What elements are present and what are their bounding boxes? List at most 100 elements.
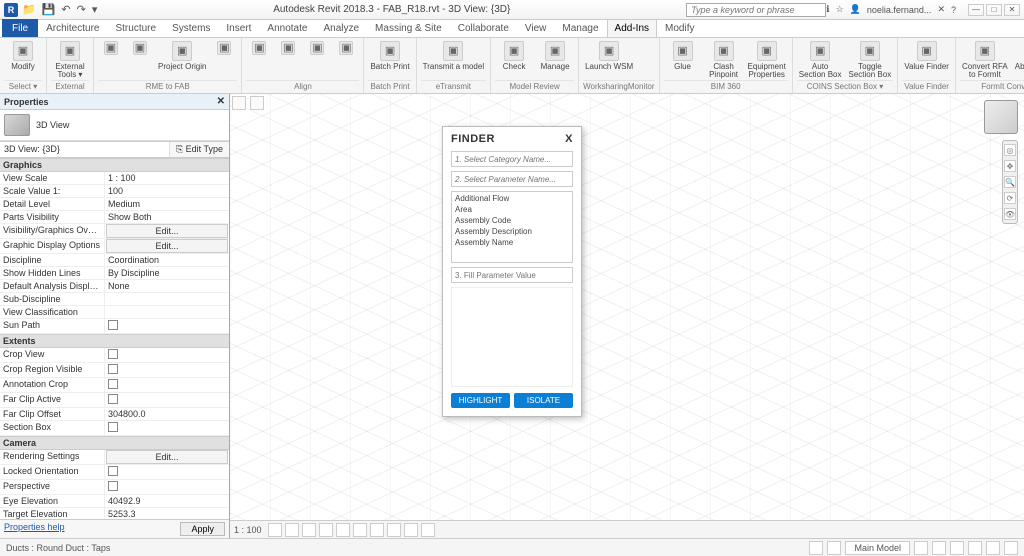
ribbon-button[interactable]: ▣Clash Pinpoint bbox=[705, 40, 743, 80]
minimize-button[interactable]: — bbox=[968, 4, 984, 16]
detail-level-icon[interactable] bbox=[268, 523, 282, 537]
tab-insert[interactable]: Insert bbox=[218, 19, 259, 37]
property-row[interactable]: Rendering SettingsEdit... bbox=[0, 450, 229, 465]
view-scale[interactable]: 1 : 100 bbox=[234, 525, 262, 535]
username[interactable]: noelia.fernand... bbox=[867, 5, 932, 15]
rendering-icon[interactable] bbox=[336, 523, 350, 537]
finder-option[interactable]: Additional Flow bbox=[453, 193, 571, 204]
property-value[interactable] bbox=[105, 421, 229, 435]
finder-option[interactable]: Assembly Name bbox=[453, 237, 571, 248]
finder-close-icon[interactable]: X bbox=[565, 133, 573, 145]
pan-icon[interactable]: ✥ bbox=[1004, 160, 1016, 172]
unlock-icon[interactable] bbox=[387, 523, 401, 537]
tab-modify[interactable]: Modify bbox=[657, 19, 702, 37]
tab-annotate[interactable]: Annotate bbox=[259, 19, 315, 37]
property-row[interactable]: Crop View bbox=[0, 348, 229, 363]
main-model-selector[interactable]: Main Model bbox=[845, 541, 910, 555]
checkbox-icon[interactable] bbox=[108, 466, 118, 476]
property-value[interactable]: 304800.0 bbox=[105, 408, 229, 420]
design-options-icon[interactable] bbox=[827, 541, 841, 555]
qat-redo-icon[interactable]: ↷ bbox=[77, 3, 86, 16]
checkbox-icon[interactable] bbox=[108, 364, 118, 374]
tab-view[interactable]: View bbox=[517, 19, 555, 37]
select-pinned-icon[interactable] bbox=[950, 541, 964, 555]
ribbon-button[interactable]: ▣Value Finder bbox=[902, 40, 951, 72]
property-value[interactable] bbox=[105, 465, 229, 479]
ribbon-button[interactable]: ▣ bbox=[98, 40, 124, 56]
look-icon[interactable]: 👁 bbox=[1004, 208, 1016, 220]
property-row[interactable]: DisciplineCoordination bbox=[0, 254, 229, 267]
finder-option[interactable]: Assembly Code bbox=[453, 215, 571, 226]
checkbox-icon[interactable] bbox=[108, 481, 118, 491]
property-value[interactable]: 1 : 100 bbox=[105, 172, 229, 184]
property-value[interactable]: Medium bbox=[105, 198, 229, 210]
property-row[interactable]: Detail LevelMedium bbox=[0, 198, 229, 211]
qat-open-icon[interactable]: 📁 bbox=[22, 3, 36, 16]
ribbon-button[interactable]: ▣Convert RFA to FormIt bbox=[960, 40, 1010, 80]
qat-undo-icon[interactable]: ↶ bbox=[61, 3, 70, 16]
property-value[interactable]: 40492.9 bbox=[105, 495, 229, 507]
finder-parameter-select[interactable] bbox=[451, 171, 573, 187]
property-row[interactable]: Section Box bbox=[0, 421, 229, 436]
ribbon-button[interactable]: ▣Toggle Section Box bbox=[847, 40, 894, 80]
signin-icon[interactable]: 👤 bbox=[850, 4, 861, 15]
ribbon-button[interactable]: ▣Launch WSM bbox=[583, 40, 635, 72]
worksets-icon[interactable] bbox=[809, 541, 823, 555]
ribbon-button[interactable]: ▣About FormIt bbox=[1013, 40, 1024, 72]
crop-region-icon[interactable] bbox=[370, 523, 384, 537]
property-value[interactable] bbox=[105, 378, 229, 392]
property-value[interactable] bbox=[105, 393, 229, 407]
isolate-button[interactable]: ISOLATE bbox=[514, 393, 573, 408]
property-value[interactable]: 100 bbox=[105, 185, 229, 197]
finder-option[interactable]: Assembly Description bbox=[453, 226, 571, 237]
checkbox-icon[interactable] bbox=[108, 394, 118, 404]
maximize-button[interactable]: □ bbox=[986, 4, 1002, 16]
view-home-icon[interactable] bbox=[232, 96, 246, 110]
property-value[interactable]: Show Both bbox=[105, 211, 229, 223]
property-row[interactable]: Far Clip Offset304800.0 bbox=[0, 408, 229, 421]
finder-category-select[interactable] bbox=[451, 151, 573, 167]
property-value[interactable] bbox=[105, 306, 229, 318]
apply-button[interactable]: Apply bbox=[180, 522, 225, 536]
property-row[interactable]: Annotation Crop bbox=[0, 378, 229, 393]
view-cube[interactable] bbox=[984, 100, 1018, 134]
properties-help-link[interactable]: Properties help bbox=[4, 522, 65, 536]
ribbon-button[interactable]: ▣Check bbox=[495, 40, 533, 72]
ribbon-button[interactable]: ▣Batch Print bbox=[368, 40, 411, 72]
property-value[interactable] bbox=[105, 480, 229, 494]
info-icon[interactable]: ℹ bbox=[826, 4, 829, 15]
tab-collaborate[interactable]: Collaborate bbox=[450, 19, 517, 37]
ribbon-button[interactable]: ▣ bbox=[333, 40, 359, 56]
property-value[interactable] bbox=[105, 348, 229, 362]
property-value[interactable]: None bbox=[105, 280, 229, 292]
ribbon-button[interactable]: ▣Project Origin bbox=[156, 40, 208, 72]
property-row[interactable]: Parts VisibilityShow Both bbox=[0, 211, 229, 224]
reveal-icon[interactable] bbox=[421, 523, 435, 537]
property-value[interactable]: Coordination bbox=[105, 254, 229, 266]
checkbox-icon[interactable] bbox=[108, 349, 118, 359]
help-icon[interactable]: ? bbox=[951, 5, 956, 15]
select-face-icon[interactable] bbox=[968, 541, 982, 555]
instance-selector[interactable]: 3D View: {3D} bbox=[0, 142, 170, 157]
select-underlay-icon[interactable] bbox=[932, 541, 946, 555]
ribbon-button[interactable]: ▣ bbox=[246, 40, 272, 56]
steering-wheel-icon[interactable]: ◎ bbox=[1004, 144, 1016, 156]
property-row[interactable]: Graphic Display OptionsEdit... bbox=[0, 239, 229, 254]
temp-hide-icon[interactable] bbox=[404, 523, 418, 537]
close-button[interactable]: ✕ bbox=[1004, 4, 1020, 16]
property-row[interactable]: Locked Orientation bbox=[0, 465, 229, 480]
ribbon-button[interactable]: ▣Manage bbox=[536, 40, 574, 72]
property-row[interactable]: Perspective bbox=[0, 480, 229, 495]
shadows-icon[interactable] bbox=[319, 523, 333, 537]
property-value[interactable]: Edit... bbox=[106, 224, 228, 238]
ribbon-button[interactable]: ▣ bbox=[275, 40, 301, 56]
view-dropdown-icon[interactable] bbox=[250, 96, 264, 110]
property-value[interactable] bbox=[105, 319, 229, 333]
property-row[interactable]: Target Elevation5253.3 bbox=[0, 508, 229, 519]
property-value[interactable]: Edit... bbox=[106, 239, 228, 253]
drag-icon[interactable] bbox=[986, 541, 1000, 555]
property-row[interactable]: Visibility/Graphics OverridesEdit... bbox=[0, 224, 229, 239]
select-links-icon[interactable] bbox=[914, 541, 928, 555]
star-icon[interactable]: ☆ bbox=[836, 4, 844, 15]
finder-parameter-list[interactable]: Additional FlowAreaAssembly CodeAssembly… bbox=[451, 191, 573, 263]
